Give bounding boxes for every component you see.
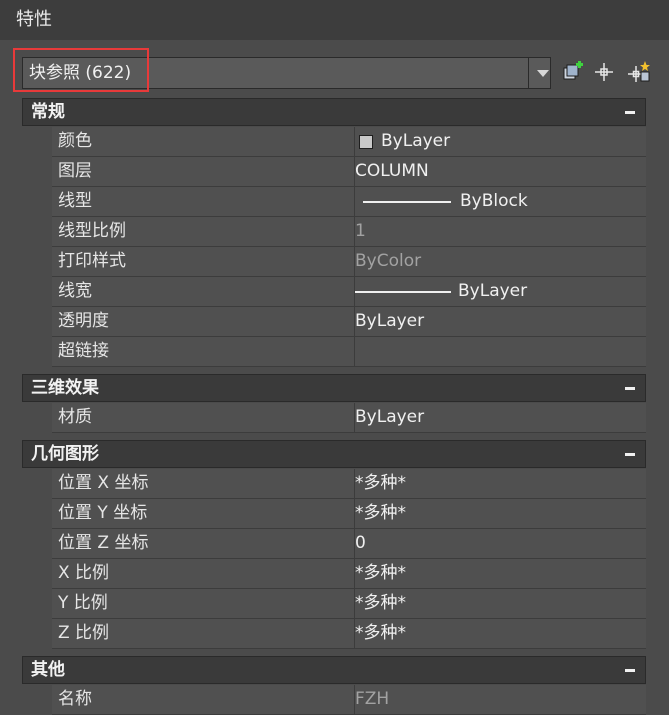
select-objects-icon — [595, 63, 613, 81]
property-value[interactable]: ByLayer — [355, 127, 646, 157]
collapse-icon[interactable] — [625, 111, 635, 114]
property-row-linetype[interactable]: 线型 ByBlock — [22, 187, 646, 217]
collapse-icon[interactable] — [625, 453, 635, 456]
object-type-dropdown[interactable]: 块参照 (622) — [22, 57, 551, 89]
property-row-linetype-scale[interactable]: 线型比例 1 — [22, 217, 646, 247]
linetype-sample-icon — [363, 201, 451, 203]
property-value[interactable]: ByLayer — [355, 277, 646, 307]
property-value[interactable]: ByColor — [355, 247, 646, 277]
section-general-header[interactable]: 常规 — [22, 98, 646, 126]
property-row-scale-y[interactable]: Y 比例 *多种* — [22, 589, 646, 619]
property-row-transparency[interactable]: 透明度 ByLayer — [22, 307, 646, 337]
property-value[interactable] — [355, 337, 646, 367]
property-name: 名称 — [52, 685, 355, 715]
property-row-lineweight[interactable]: 线宽 ByLayer — [22, 277, 646, 307]
property-value[interactable]: *多种* — [355, 589, 646, 619]
property-name: 线宽 — [52, 277, 355, 307]
property-value[interactable]: COLUMN — [355, 157, 646, 187]
property-row-position-x[interactable]: 位置 X 坐标 *多种* — [22, 469, 646, 499]
property-value[interactable]: 1 — [355, 217, 646, 247]
property-name: 位置 Y 坐标 — [52, 499, 355, 529]
property-row-layer[interactable]: 图层 COLUMN — [22, 157, 646, 187]
panel-title: 特性 — [0, 0, 669, 40]
toggle-pickadd-icon — [628, 61, 650, 82]
property-name: Z 比例 — [52, 619, 355, 649]
property-row-position-y[interactable]: 位置 Y 坐标 *多种* — [22, 499, 646, 529]
property-name: 位置 X 坐标 — [52, 469, 355, 499]
section-misc-header[interactable]: 其他 — [22, 656, 646, 684]
property-row-scale-z[interactable]: Z 比例 *多种* — [22, 619, 646, 649]
property-value[interactable]: *多种* — [355, 499, 646, 529]
property-row-hyperlink[interactable]: 超链接 — [22, 337, 646, 367]
section-title: 三维效果 — [31, 378, 99, 398]
property-name: 颜色 — [52, 127, 355, 157]
property-row-color[interactable]: 颜色 ByLayer — [22, 127, 646, 157]
section-geometry-header[interactable]: 几何图形 — [22, 440, 646, 468]
property-value[interactable]: *多种* — [355, 469, 646, 499]
property-row-material[interactable]: 材质 ByLayer — [22, 403, 646, 433]
property-row-scale-x[interactable]: X 比例 *多种* — [22, 559, 646, 589]
property-row-position-z[interactable]: 位置 Z 坐标 0 — [22, 529, 646, 559]
section-title: 几何图形 — [31, 444, 99, 464]
property-value[interactable]: ByBlock — [355, 187, 646, 217]
property-row-name[interactable]: 名称 FZH — [22, 685, 646, 715]
section-3d-header[interactable]: 三维效果 — [22, 374, 646, 402]
property-value[interactable]: ByLayer — [355, 307, 646, 337]
section-title: 其他 — [31, 660, 65, 680]
dropdown-divider — [528, 58, 529, 88]
property-value[interactable]: ByLayer — [355, 403, 646, 433]
quick-select-button[interactable] — [561, 60, 585, 84]
property-name: 超链接 — [52, 337, 355, 367]
chevron-down-icon[interactable] — [537, 70, 549, 77]
property-name: X 比例 — [52, 559, 355, 589]
property-name: 线型比例 — [52, 217, 355, 247]
toggle-pickadd-button[interactable] — [627, 60, 651, 84]
property-name: Y 比例 — [52, 589, 355, 619]
object-type-value: 块参照 (622) — [29, 63, 132, 83]
color-swatch-icon — [359, 135, 373, 149]
property-name: 透明度 — [52, 307, 355, 337]
property-value[interactable]: FZH — [355, 685, 646, 715]
property-name: 线型 — [52, 187, 355, 217]
property-name: 图层 — [52, 157, 355, 187]
property-name: 材质 — [52, 403, 355, 433]
property-name: 打印样式 — [52, 247, 355, 277]
property-value[interactable]: *多种* — [355, 619, 646, 649]
collapse-icon[interactable] — [625, 387, 635, 390]
section-title: 常规 — [31, 102, 65, 122]
property-value[interactable]: 0 — [355, 529, 646, 559]
property-row-plot-style[interactable]: 打印样式 ByColor — [22, 247, 646, 277]
property-value[interactable]: *多种* — [355, 559, 646, 589]
select-objects-button[interactable] — [592, 60, 616, 84]
lineweight-sample-icon — [355, 291, 451, 293]
collapse-icon[interactable] — [625, 669, 635, 672]
quick-select-icon — [563, 61, 583, 80]
property-name: 位置 Z 坐标 — [52, 529, 355, 559]
